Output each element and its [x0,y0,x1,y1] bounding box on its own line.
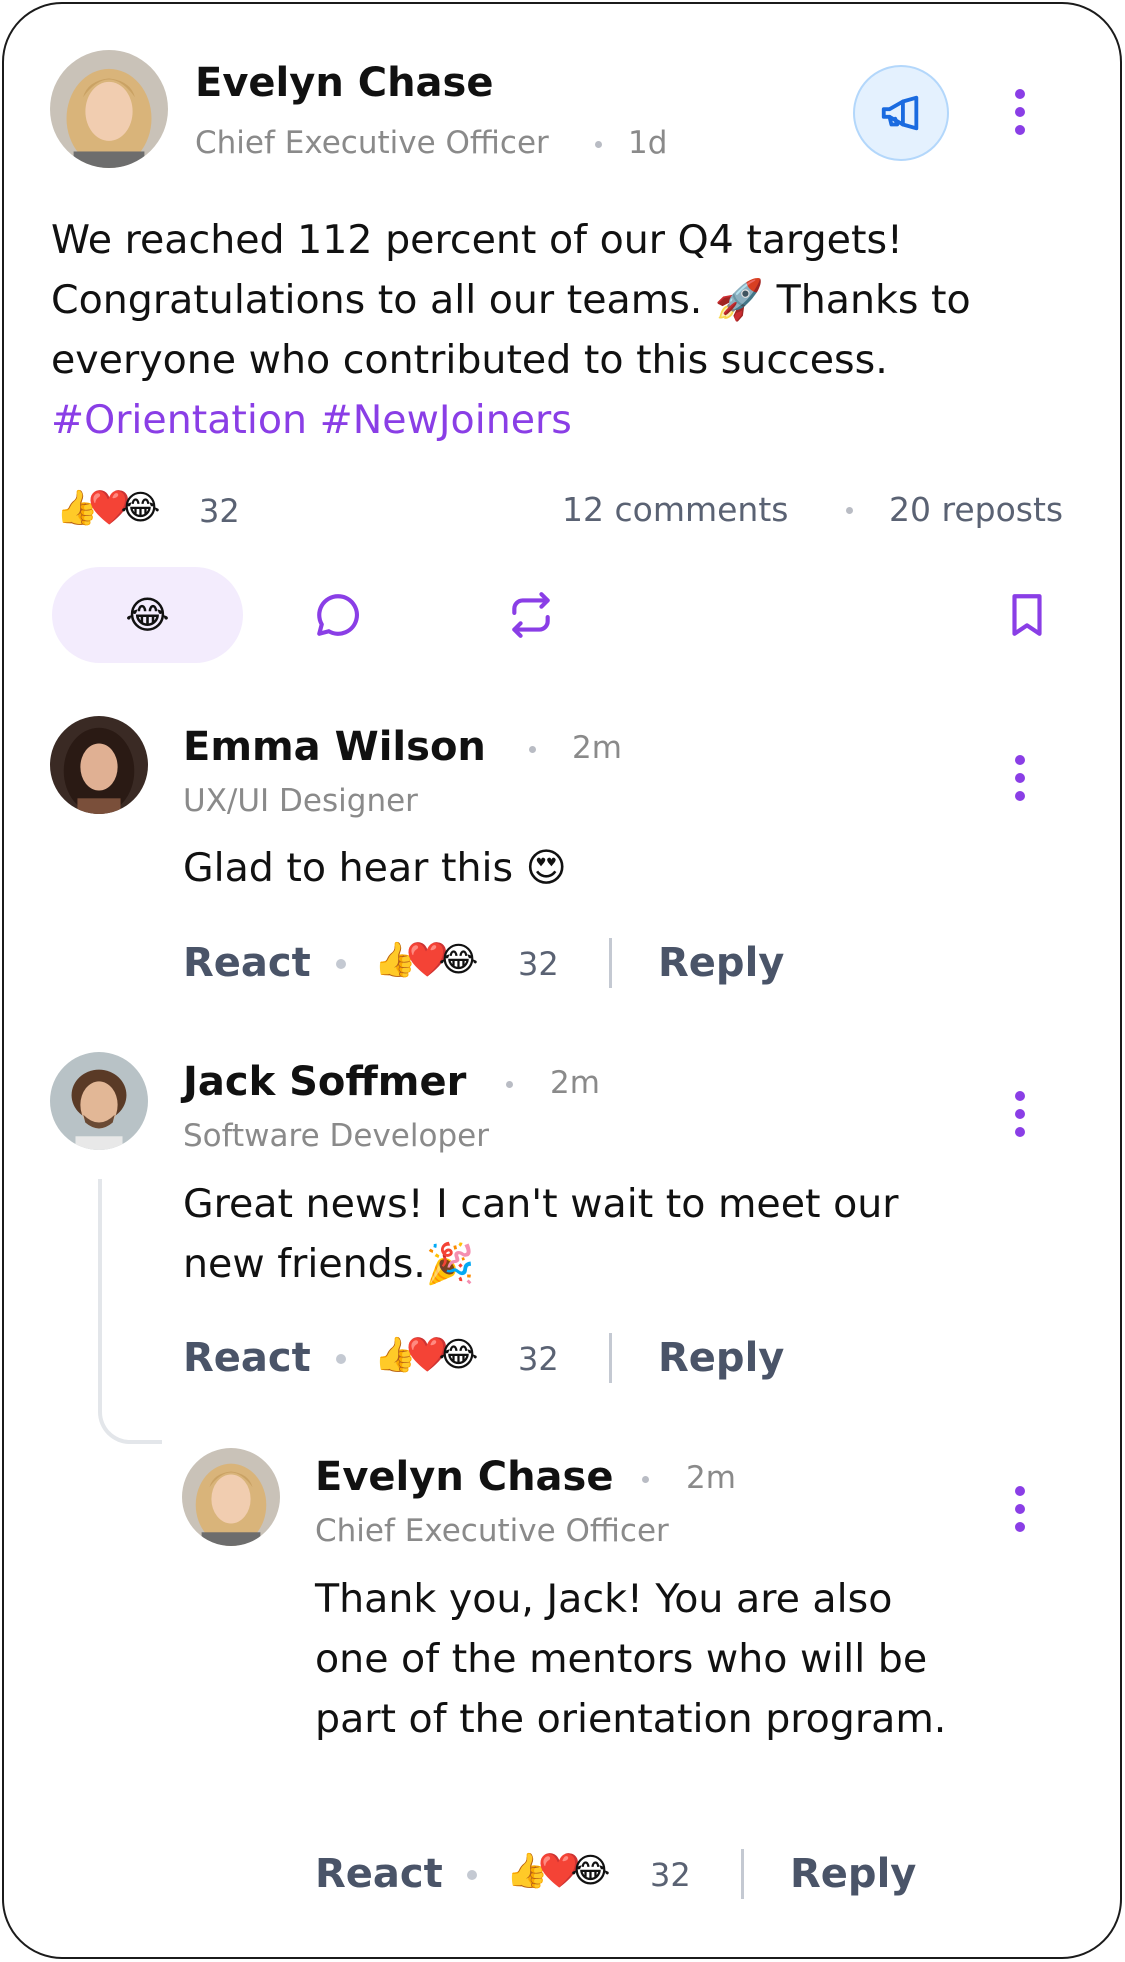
author-role: Chief Executive Officer [195,125,549,161]
bookmark-icon[interactable] [1002,590,1052,640]
commenter-name[interactable]: Jack Soffmer [183,1059,466,1105]
repost-icon[interactable] [506,590,556,640]
author-name[interactable]: Evelyn Chase [195,60,493,106]
comment-more-icon[interactable] [1000,1479,1040,1539]
commenter-role: UX/UI Designer [183,783,418,819]
separator-dot [529,746,536,753]
separator-dot [846,507,853,514]
thread-connector [98,1179,162,1444]
megaphone-icon [881,95,919,131]
comment-time: 2m [572,730,622,766]
reply-link[interactable]: Reply [658,940,784,986]
post-hashtags[interactable]: #Orientation #NewJoiners [51,397,572,443]
react-link[interactable]: React [183,940,311,986]
laugh-emoji-icon: 😂 [125,593,170,637]
reaction-count[interactable]: 32 [199,492,240,530]
comment-reaction-emojis[interactable]: 👍❤️😂 [374,940,478,980]
post-more-icon[interactable] [1000,82,1040,142]
comment-more-icon[interactable] [1000,1084,1040,1144]
post-body: We reached 112 percent of our Q4 targets… [51,217,971,383]
comment-time: 2m [550,1065,600,1101]
divider [609,938,612,988]
comment-time: 2m [686,1460,736,1496]
comment-reaction-emojis[interactable]: 👍❤️😂 [374,1335,478,1375]
react-link[interactable]: React [315,1851,443,1897]
commenter-role: Software Developer [183,1118,489,1154]
comment-reaction-count[interactable]: 32 [518,1340,559,1378]
post-time: 1d [628,125,668,161]
author-avatar[interactable] [50,50,168,168]
divider [609,1333,612,1383]
separator-dot [336,959,346,969]
divider [741,1849,744,1899]
separator-dot [467,1870,477,1880]
separator-dot [595,141,602,148]
reply-link[interactable]: Reply [790,1851,916,1897]
commenter-name[interactable]: Emma Wilson [183,724,486,770]
react-button[interactable]: 😂 [52,567,243,663]
comment-reaction-emojis[interactable]: 👍❤️😂 [506,1851,610,1891]
commenter-avatar[interactable] [50,716,148,814]
comment-text: Glad to hear this 😍 [183,845,567,891]
reposts-count[interactable]: 20 reposts [889,490,1063,529]
separator-dot [506,1081,513,1088]
post-text: We reached 112 percent of our Q4 targets… [51,210,1091,450]
comment-icon[interactable] [313,590,363,640]
post-card: Evelyn Chase Chief Executive Officer 1d … [2,2,1122,1959]
comment-reaction-count[interactable]: 32 [518,945,559,983]
announce-button[interactable] [853,65,949,161]
commenter-avatar[interactable] [182,1448,280,1546]
separator-dot [336,1354,346,1364]
comment-text: Thank you, Jack! You are also one of the… [315,1576,947,1742]
comment-reaction-count[interactable]: 32 [650,1856,691,1894]
comment-text: Great news! I can't wait to meet our new… [183,1181,899,1287]
commenter-name[interactable]: Evelyn Chase [315,1454,613,1500]
reply-link[interactable]: Reply [658,1335,784,1381]
commenter-avatar[interactable] [50,1052,148,1150]
comment-more-icon[interactable] [1000,748,1040,808]
commenter-role: Chief Executive Officer [315,1513,669,1549]
separator-dot [642,1476,649,1483]
comments-count[interactable]: 12 comments [562,490,788,529]
react-link[interactable]: React [183,1335,311,1381]
reaction-emojis[interactable]: 👍❤️😂 [56,488,160,528]
